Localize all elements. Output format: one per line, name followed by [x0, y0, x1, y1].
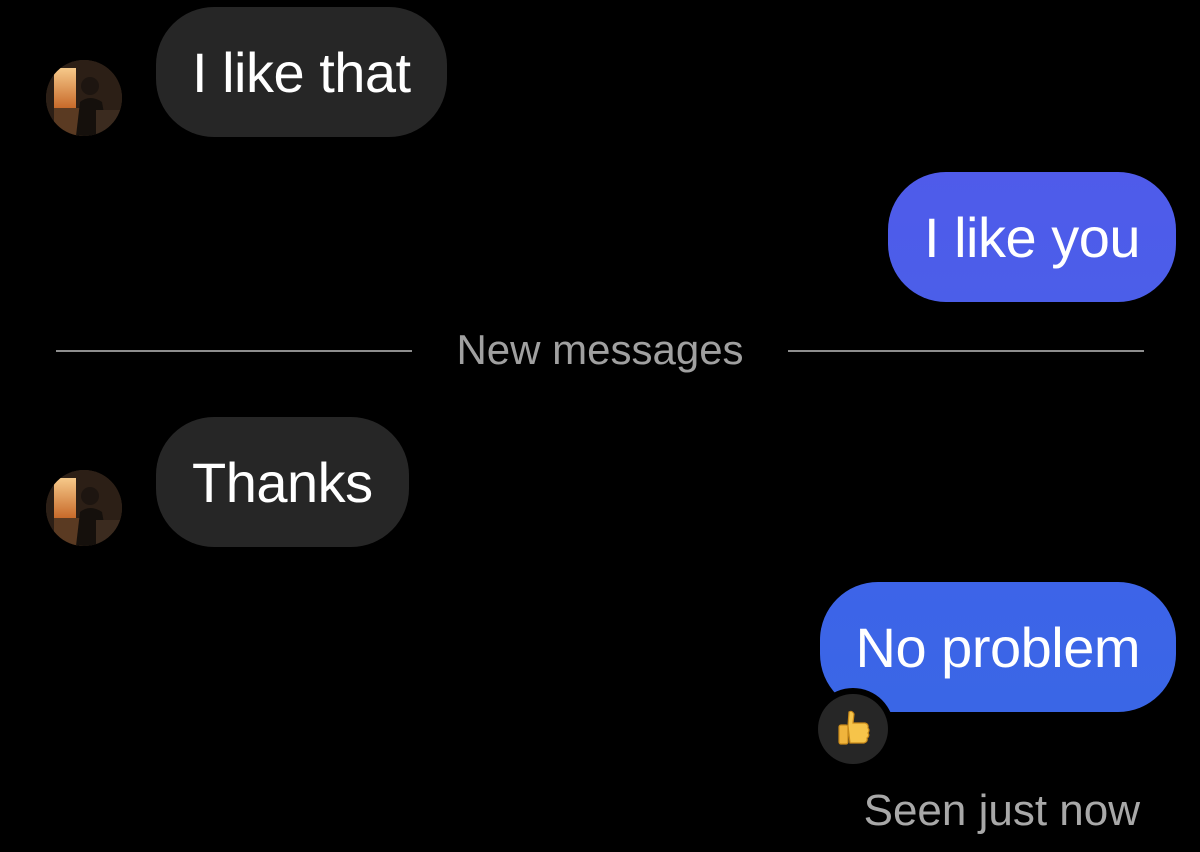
divider-line-left — [56, 350, 412, 352]
message-bubble-incoming[interactable]: I like that — [156, 7, 447, 137]
thumbs-up-icon — [838, 710, 870, 745]
avatar-photo-icon — [46, 60, 122, 136]
reaction-badge[interactable] — [812, 688, 894, 770]
reaction-inner — [818, 694, 888, 764]
message-bubble-outgoing[interactable]: I like you — [888, 172, 1176, 302]
avatar-photo-icon — [46, 470, 122, 546]
new-messages-divider: New messages — [456, 326, 744, 373]
message-text: I like you — [924, 205, 1141, 269]
message-text: Thanks — [192, 450, 373, 514]
message-text: No problem — [855, 615, 1141, 679]
message-bubble-incoming[interactable]: Thanks — [156, 417, 409, 547]
message-text: I like that — [192, 40, 411, 104]
divider-line-right — [788, 350, 1144, 352]
seen-status: Seen just now — [863, 786, 1140, 835]
avatar[interactable] — [46, 470, 122, 546]
avatar[interactable] — [46, 60, 122, 136]
